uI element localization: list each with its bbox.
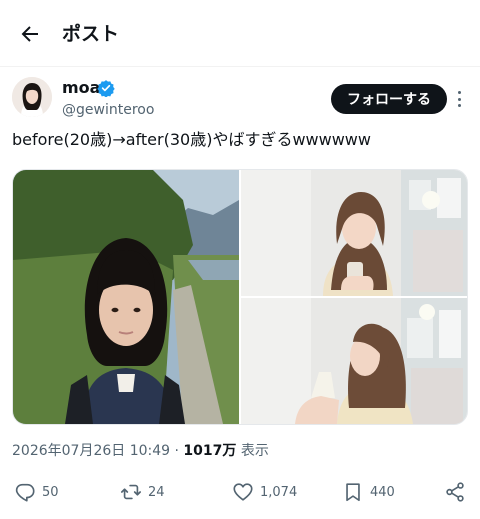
views-count: 1017万 <box>183 443 237 459</box>
repost-count: 24 <box>148 484 165 500</box>
bookmark-button[interactable]: 440 <box>342 480 395 504</box>
reply-count: 50 <box>42 484 59 500</box>
repost-button[interactable]: 24 <box>120 480 165 504</box>
like-count: 1,074 <box>260 484 298 500</box>
repost-icon <box>121 484 141 500</box>
share-button[interactable] <box>444 480 466 504</box>
more-icon[interactable] <box>452 88 466 110</box>
bookmark-count: 440 <box>370 484 395 500</box>
header-divider <box>0 66 480 67</box>
post-timestamp[interactable]: 2026年07月26日 10:49 <box>12 443 170 459</box>
action-bar: 50 24 1,074 440 <box>0 476 480 508</box>
photo-after-1[interactable] <box>241 170 467 296</box>
author-name[interactable]: moa <box>62 78 100 98</box>
like-icon <box>233 483 253 501</box>
page-title: ポスト <box>62 23 120 45</box>
back-arrow-icon <box>21 26 38 42</box>
verified-badge-icon <box>97 80 115 97</box>
back-button[interactable] <box>18 20 48 48</box>
post-meta: 2026年07月26日 10:49 · 1017万 表示 <box>12 441 269 461</box>
bookmark-icon <box>346 483 360 502</box>
meta-separator: · <box>174 443 179 459</box>
top-bar: ポスト <box>0 0 480 66</box>
media-grid <box>12 169 468 425</box>
like-button[interactable]: 1,074 <box>232 480 297 504</box>
follow-button[interactable]: フォローする <box>331 84 447 114</box>
share-icon <box>446 482 464 502</box>
reply-button[interactable]: 50 <box>14 480 59 504</box>
author-handle[interactable]: @gewinteroo <box>62 101 154 119</box>
views-label: 表示 <box>240 443 269 459</box>
photo-before[interactable] <box>13 170 239 424</box>
reply-icon <box>15 483 35 502</box>
post-text: before(20歳)→after(30歳)やばすぎるwwwwww <box>12 130 371 149</box>
photo-after-2[interactable] <box>241 298 467 424</box>
author-avatar[interactable] <box>12 77 52 117</box>
